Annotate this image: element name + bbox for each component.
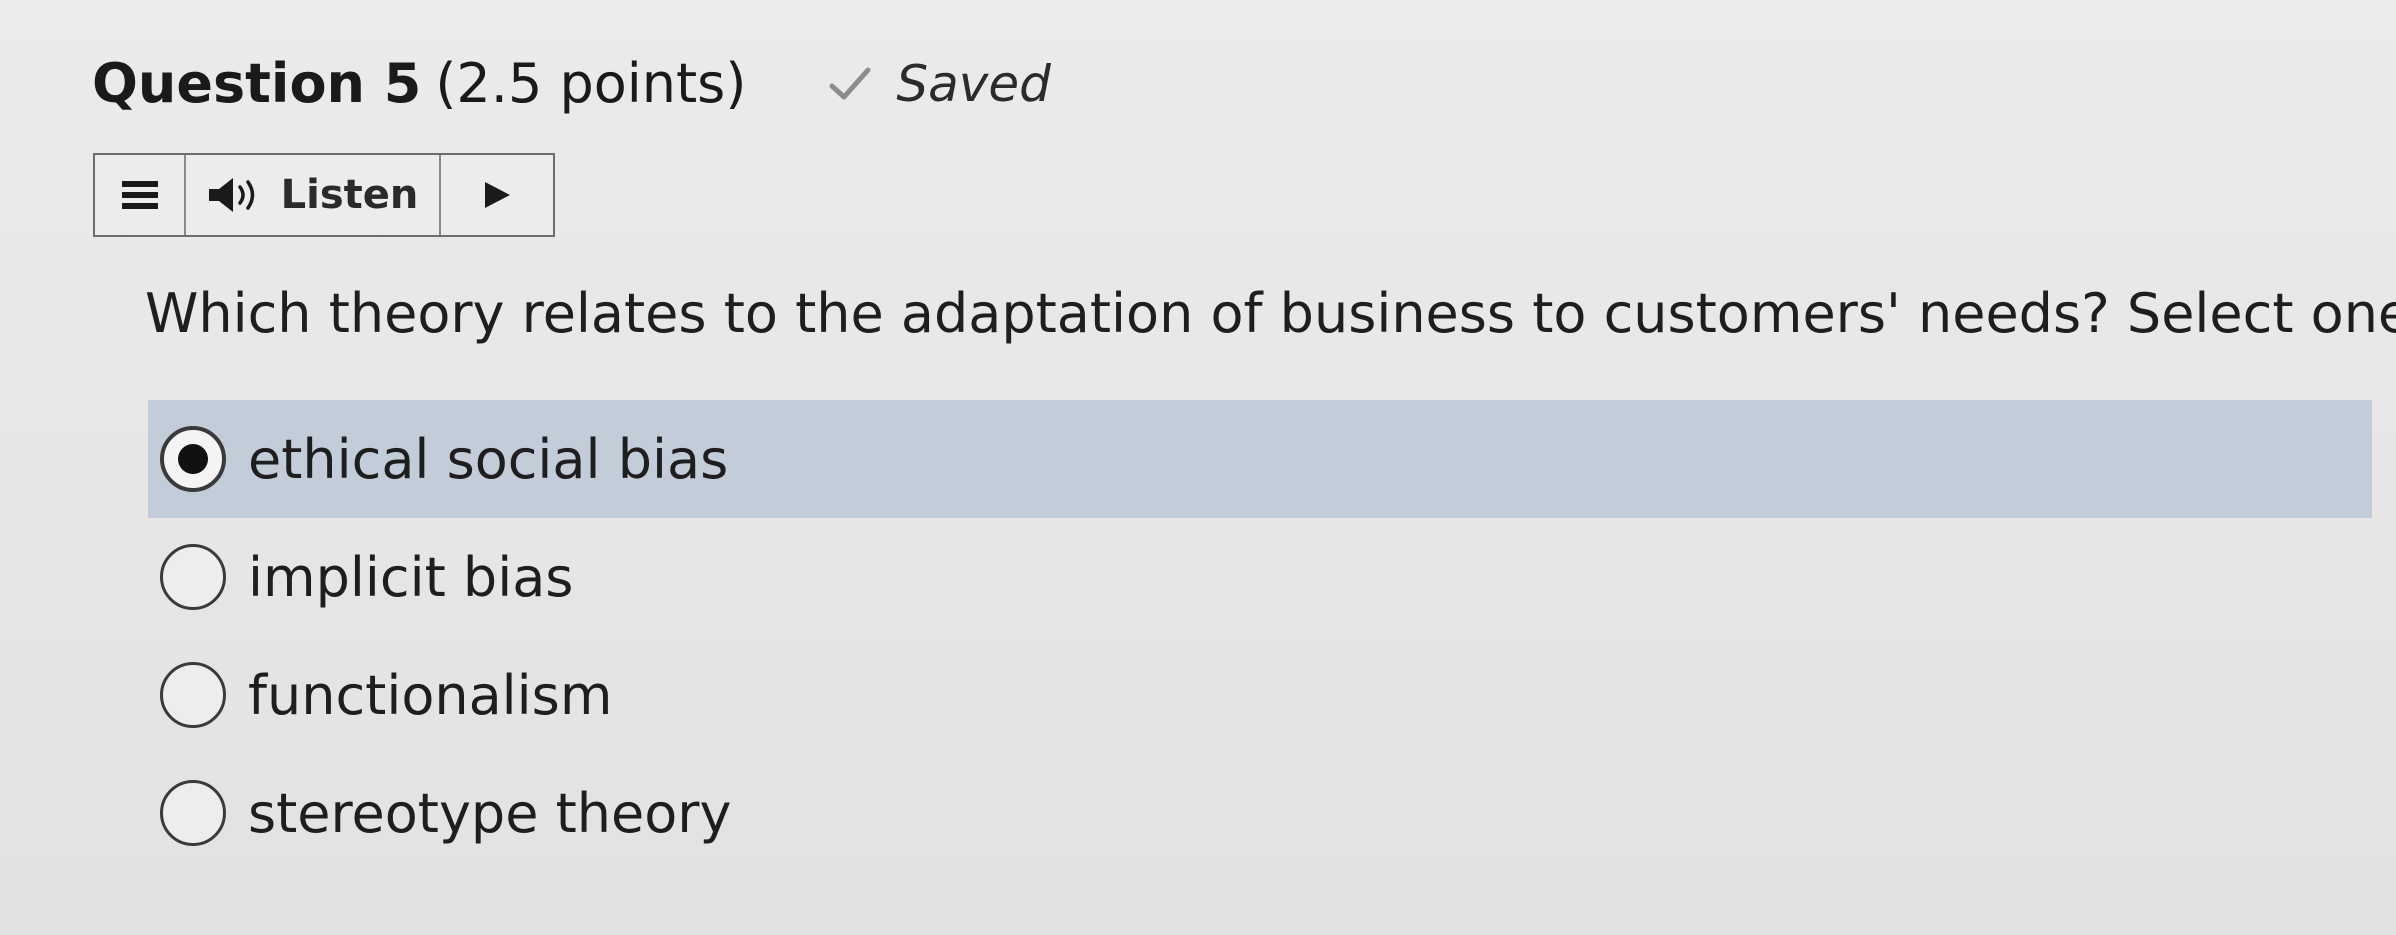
toolbar-menu-button[interactable]: [95, 155, 186, 235]
question-points: (2.5 points): [435, 52, 747, 115]
radio-button[interactable]: [160, 662, 226, 728]
saved-status: Saved: [828, 54, 1051, 113]
listen-toolbar: Listen: [93, 153, 555, 237]
radio-button[interactable]: [160, 426, 226, 492]
radio-selected-dot: [178, 444, 208, 474]
option-label: stereotype theory: [248, 781, 732, 845]
option-label: functionalism: [248, 663, 613, 727]
radio-button[interactable]: [160, 780, 226, 846]
option-ethical-social-bias[interactable]: ethical social bias: [148, 400, 2372, 518]
saved-label: Saved: [896, 54, 1051, 113]
question-header: Question 5 (2.5 points) Saved: [92, 52, 1051, 115]
quiz-page: Question 5 (2.5 points) Saved Listen Whi…: [0, 0, 2396, 935]
question-text: Which theory relates to the adaptation o…: [145, 282, 2396, 345]
play-icon: [485, 182, 510, 208]
answer-options: ethical social bias implicit bias functi…: [148, 400, 2372, 872]
option-stereotype-theory[interactable]: stereotype theory: [148, 754, 2372, 872]
radio-button[interactable]: [160, 544, 226, 610]
hamburger-menu-icon: [121, 181, 158, 209]
question-title: Question 5: [92, 52, 422, 115]
option-functionalism[interactable]: functionalism: [148, 636, 2372, 754]
listen-button[interactable]: Listen: [186, 155, 441, 235]
speaker-icon: [208, 178, 254, 212]
option-implicit-bias[interactable]: implicit bias: [148, 518, 2372, 636]
option-label: ethical social bias: [248, 427, 729, 491]
checkmark-icon: [829, 67, 871, 99]
option-label: implicit bias: [248, 545, 574, 609]
listen-label: Listen: [280, 172, 419, 218]
play-button[interactable]: [441, 155, 553, 235]
